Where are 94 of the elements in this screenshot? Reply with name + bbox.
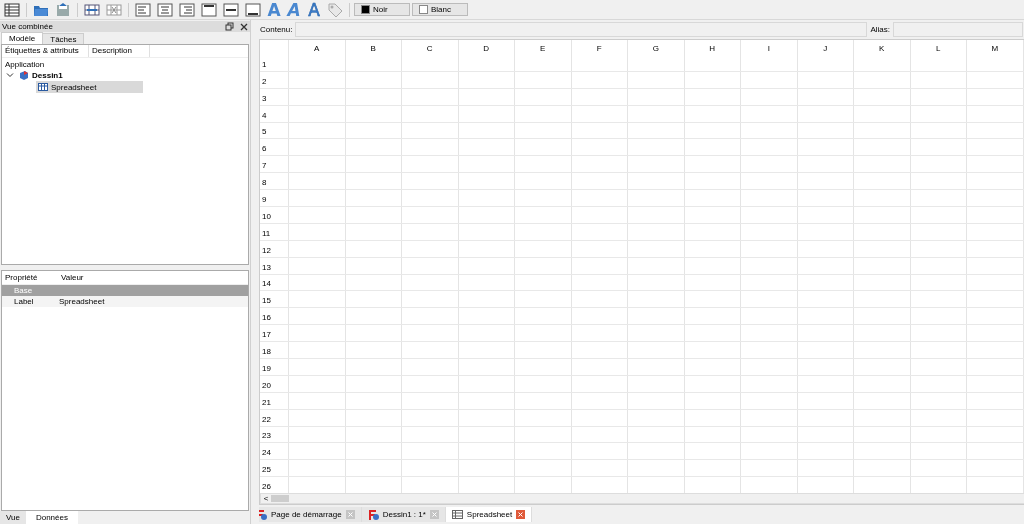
alias-field[interactable]: [893, 22, 1023, 37]
row-header[interactable]: 3: [260, 88, 289, 105]
row-header[interactable]: 13: [260, 257, 289, 274]
align-top-icon: [201, 1, 217, 18]
row-header[interactable]: 16: [260, 308, 289, 325]
row-header[interactable]: 5: [260, 122, 289, 139]
column-header[interactable]: F: [571, 40, 628, 55]
panel-tab[interactable]: Données: [25, 511, 78, 524]
row-header[interactable]: 14: [260, 274, 289, 291]
table-icon: [4, 1, 20, 18]
column-header[interactable]: B: [345, 40, 402, 55]
align-center-icon: [157, 1, 173, 18]
scroll-left-arrow[interactable]: <: [261, 494, 271, 503]
close-icon: [516, 510, 526, 519]
property-name: Label: [13, 297, 35, 306]
column-header[interactable]: D: [458, 40, 515, 55]
column-header[interactable]: C: [402, 40, 459, 55]
row-header[interactable]: 6: [260, 139, 289, 156]
align-bottom-icon: [245, 1, 261, 18]
column-header: Étiquettes & attributs: [2, 45, 89, 57]
column-header[interactable]: H: [684, 40, 741, 55]
horizontal-scrollbar[interactable]: <: [260, 493, 1024, 504]
field-label: Alias:: [870, 25, 891, 34]
tree-item[interactable]: Dessin1: [17, 69, 63, 81]
column-header[interactable]: A: [289, 40, 346, 55]
column-header[interactable]: M: [967, 40, 1024, 55]
close-icon: [240, 22, 248, 31]
color-label: Blanc: [431, 5, 451, 14]
color-button[interactable]: Noir: [354, 3, 410, 16]
align-center-button[interactable]: [155, 0, 175, 19]
row-header[interactable]: 15: [260, 291, 289, 308]
row-header[interactable]: 25: [260, 460, 289, 477]
row-header[interactable]: 22: [260, 409, 289, 426]
column-header[interactable]: K: [854, 40, 911, 55]
align-bottom-button[interactable]: [243, 0, 263, 19]
row-header[interactable]: 7: [260, 156, 289, 173]
column-header: Valeur: [60, 273, 85, 282]
save-icon: [55, 1, 71, 18]
document-icon: [19, 70, 29, 80]
float-button[interactable]: [225, 22, 234, 31]
table-button[interactable]: [2, 0, 22, 19]
table-delete-icon: [106, 1, 122, 18]
close-button[interactable]: [240, 22, 248, 31]
document-tab[interactable]: Dessin1 : 1*: [361, 507, 446, 522]
close-icon: [345, 510, 355, 519]
color-button[interactable]: Blanc: [412, 3, 468, 16]
row-header[interactable]: 24: [260, 443, 289, 460]
align-right-icon: [179, 1, 195, 18]
property-value: Spreadsheet: [58, 297, 106, 306]
row-header[interactable]: 18: [260, 342, 289, 359]
table-icon: [451, 509, 463, 520]
row-header[interactable]: 9: [260, 190, 289, 206]
panel-title: Vue combinée: [2, 22, 54, 31]
align-top-button[interactable]: [199, 0, 219, 19]
row-header[interactable]: 20: [260, 375, 289, 392]
row-header[interactable]: 1: [260, 55, 289, 71]
underline-button[interactable]: A: [305, 0, 323, 19]
row-header[interactable]: 19: [260, 359, 289, 375]
row-header[interactable]: 12: [260, 240, 289, 257]
align-left-icon: [135, 1, 151, 18]
row-header[interactable]: 10: [260, 207, 289, 223]
panel-tab[interactable]: Modèle: [1, 32, 44, 44]
align-middle-icon: [223, 1, 239, 18]
column-header[interactable]: L: [910, 40, 967, 55]
column-header[interactable]: G: [628, 40, 685, 55]
row-header[interactable]: 17: [260, 325, 289, 342]
content-field[interactable]: [295, 22, 868, 37]
row-header[interactable]: 11: [260, 223, 289, 240]
panel-tab[interactable]: Vue: [0, 511, 26, 524]
table-row-icon: [84, 1, 100, 18]
row-header[interactable]: 4: [260, 105, 289, 122]
tree-root-label: Application: [4, 59, 46, 69]
chevron-down-icon: [6, 71, 14, 79]
scroll-thumb[interactable]: [271, 495, 289, 502]
row-header[interactable]: 8: [260, 173, 289, 190]
row-header[interactable]: 21: [260, 392, 289, 409]
align-left-button[interactable]: [133, 0, 153, 19]
tree-item[interactable]: Spreadsheet: [36, 81, 143, 93]
field-label: Contenu:: [260, 25, 293, 34]
close-icon: [429, 510, 439, 519]
column-header[interactable]: I: [741, 40, 798, 55]
column-header: Propriété: [4, 273, 39, 282]
row-header[interactable]: 23: [260, 426, 289, 443]
document-tab[interactable]: Page de démarrage: [259, 507, 362, 522]
table-icon: [38, 82, 48, 92]
column-header[interactable]: J: [797, 40, 854, 55]
align-middle-button[interactable]: [221, 0, 241, 19]
row-header[interactable]: 2: [260, 71, 289, 88]
group-label: Base: [13, 286, 34, 295]
document-tab[interactable]: Spreadsheet: [445, 507, 533, 522]
column-header[interactable]: E: [515, 40, 572, 55]
expand-toggle[interactable]: [6, 71, 14, 79]
color-label: Noir: [373, 5, 388, 14]
column-header: Description: [89, 45, 150, 57]
